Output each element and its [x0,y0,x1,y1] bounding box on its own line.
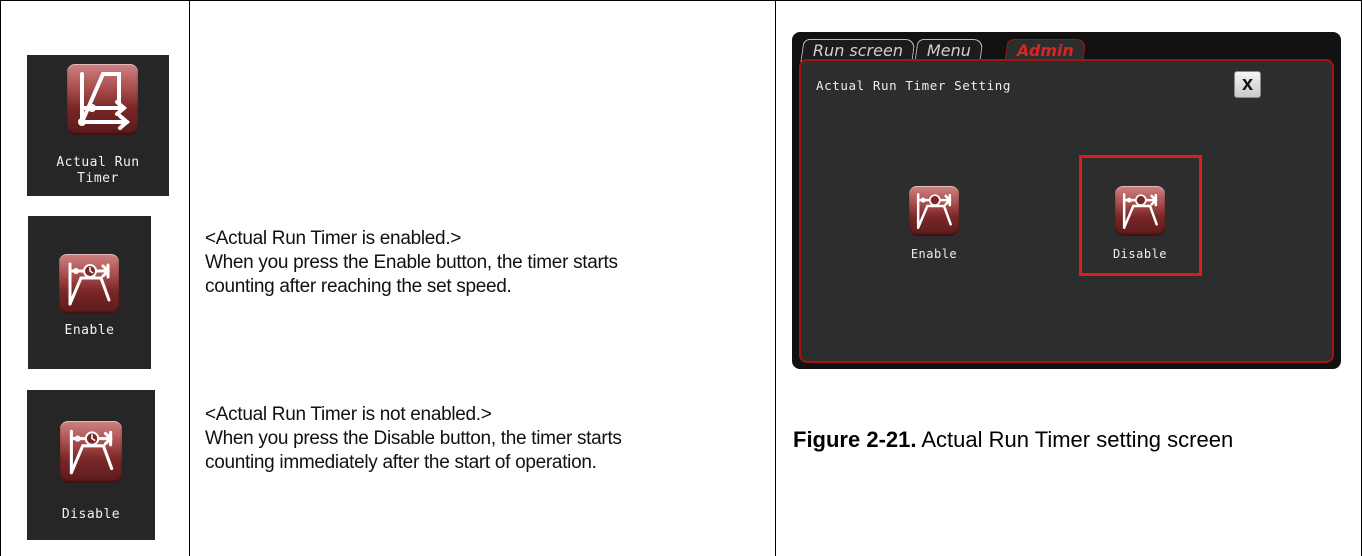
disabled-heading: <Actual Run Timer is not enabled.> [205,404,492,425]
disabled-line1: When you press the Disable button, the t… [205,428,622,449]
enable-icon [59,254,119,314]
close-button[interactable]: x [1234,71,1261,98]
actual-run-timer-icon [67,64,138,135]
disable-icon [60,421,122,483]
screen-enable-label: Enable [910,247,958,261]
enabled-description: <Actual Run Timer is enabled.> When you … [205,227,618,299]
figure-number: Figure 2-21. [793,427,917,452]
column-divider-1 [189,0,190,556]
figure-caption: Figure 2-21. Actual Run Timer setting sc… [793,427,1233,453]
disable-highlight-box [1079,155,1202,276]
enabled-heading: <Actual Run Timer is enabled.> [205,228,462,249]
disable-tile: Disable [27,390,155,540]
admin-panel [799,59,1334,363]
enable-tile: Enable [28,216,151,369]
enabled-line2: counting after reaching the set speed. [205,276,512,297]
screen-title: Actual Run Timer Setting [816,78,1012,93]
screen-enable-button[interactable] [909,186,959,236]
actual-run-timer-tile: Actual Run Timer [27,55,169,196]
actual-run-timer-label-line1: Actual Run [56,155,140,170]
figure-caption-text: Actual Run Timer setting screen [916,427,1234,452]
enabled-line1: When you press the Enable button, the ti… [205,252,618,273]
table-border-top [0,0,1362,1]
disabled-description: <Actual Run Timer is not enabled.> When … [205,403,622,475]
enable-label: Enable [64,323,115,338]
column-divider-2 [775,0,776,556]
disabled-line2: counting immediately after the start of … [205,452,597,473]
disable-label: Disable [61,507,121,522]
table-border-left [0,0,1,556]
actual-run-timer-label-line2: Timer [77,171,119,186]
